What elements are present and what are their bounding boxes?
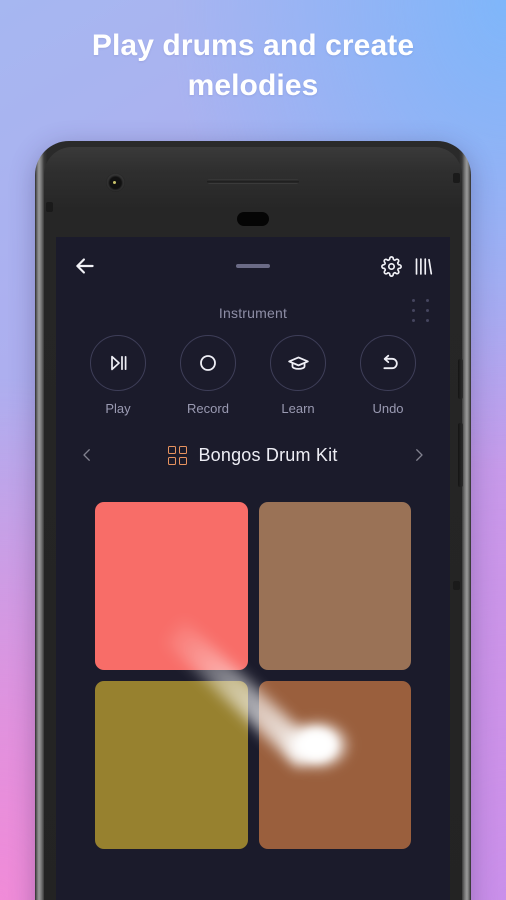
phone-body: Instrument Play Record Learn Undo Bongos… — [44, 147, 463, 900]
library-icon[interactable] — [413, 256, 434, 277]
learn-button[interactable]: Learn — [264, 335, 332, 416]
record-button-label: Record — [187, 401, 229, 416]
drum-pad-3[interactable] — [95, 681, 248, 849]
page-headline: Play drums and create melodies — [91, 29, 415, 102]
undo-button-circle — [360, 335, 416, 391]
proximity-sensor-icon — [237, 212, 269, 226]
undo-button-label: Undo — [372, 401, 404, 416]
kit-name-group[interactable]: Bongos Drum Kit — [168, 445, 337, 466]
power-button[interactable] — [458, 359, 463, 399]
grid-cell — [168, 456, 177, 465]
instrument-controls: Play Record Learn Undo — [56, 335, 450, 416]
grid-2x2-icon — [168, 445, 188, 465]
dot — [412, 319, 415, 322]
kit-selector: Bongos Drum Kit — [56, 438, 450, 472]
play-button-label: Play — [105, 401, 131, 416]
phone-device: Instrument Play Record Learn Undo Bongos… — [35, 141, 471, 900]
app-bar-actions — [381, 255, 434, 277]
antenna-line-right — [453, 173, 460, 183]
grid-cell — [179, 456, 188, 465]
grid-cell — [168, 445, 177, 454]
learn-button-label: Learn — [281, 401, 315, 416]
dot — [426, 299, 429, 302]
record-button[interactable]: Record — [174, 335, 242, 416]
phone-screen: Instrument Play Record Learn Undo Bongos… — [56, 237, 450, 900]
play-button[interactable]: Play — [84, 335, 152, 416]
back-arrow-icon[interactable] — [72, 253, 98, 279]
chevron-left-icon[interactable] — [78, 446, 96, 464]
dot — [412, 299, 415, 302]
graduation-cap-icon — [286, 351, 311, 376]
undo-arrow-icon — [376, 351, 401, 376]
dot — [412, 309, 415, 312]
reorder-dots-handle[interactable] — [412, 299, 432, 322]
drum-pad-2[interactable] — [258, 502, 411, 670]
volume-rocker[interactable] — [458, 423, 463, 487]
dot — [426, 319, 429, 322]
antenna-line-left — [46, 202, 53, 212]
play-pause-icon — [106, 351, 130, 375]
play-button-circle — [90, 335, 146, 391]
sheet-drag-handle[interactable] — [236, 264, 270, 268]
chevron-right-icon[interactable] — [410, 446, 428, 464]
drum-pad-grid — [95, 502, 411, 849]
instrument-section-label: Instrument — [218, 305, 288, 321]
grid-cell — [179, 445, 188, 454]
record-circle-icon — [196, 351, 220, 375]
front-camera-icon — [106, 173, 125, 192]
kit-name-label: Bongos Drum Kit — [198, 444, 338, 465]
app-bar — [56, 237, 450, 295]
undo-button[interactable]: Undo — [354, 335, 422, 416]
drum-pad-1[interactable] — [95, 502, 248, 670]
antenna-line-right-lower — [453, 581, 460, 590]
drum-pad-4[interactable] — [258, 681, 411, 849]
gear-icon[interactable] — [381, 255, 402, 277]
dot — [426, 309, 429, 312]
earpiece-speaker-icon — [207, 179, 299, 184]
learn-button-circle — [270, 335, 326, 391]
record-button-circle — [180, 335, 236, 391]
